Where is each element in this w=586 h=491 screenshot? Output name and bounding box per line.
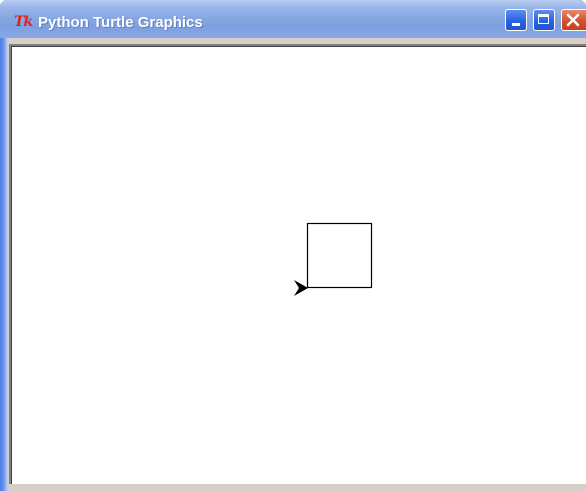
window-title: Python Turtle Graphics: [38, 14, 203, 31]
close-icon: [566, 13, 580, 27]
window-frame: [0, 38, 586, 491]
drawn-square: [306, 222, 373, 289]
minimize-button[interactable]: [505, 9, 527, 31]
title-bar[interactable]: Tk Python Turtle Graphics: [0, 0, 586, 38]
close-button[interactable]: [561, 9, 586, 31]
maximize-icon: [538, 14, 549, 24]
window-bottom-edge: [9, 484, 586, 491]
turtle-canvas[interactable]: [11, 46, 586, 484]
drawing-layer: [294, 222, 373, 296]
turtle-window: Tk Python Turtle Graphics: [0, 0, 586, 491]
tk-app-icon[interactable]: Tk: [14, 15, 33, 29]
canvas-border: [9, 44, 586, 484]
minimize-icon: [512, 23, 520, 26]
turtle-arrow-icon: [294, 280, 308, 296]
maximize-button[interactable]: [533, 9, 555, 31]
